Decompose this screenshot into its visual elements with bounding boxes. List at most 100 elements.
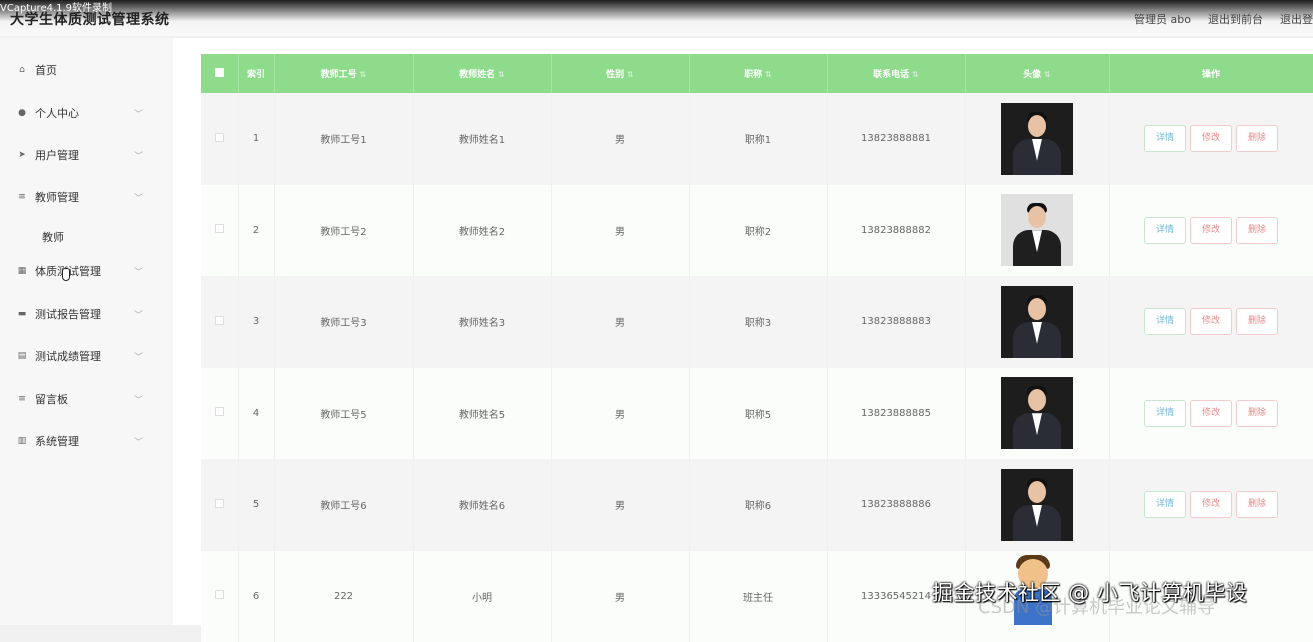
cell-index: 2 <box>238 185 274 277</box>
sidebar-item-label: 首页 <box>35 62 57 78</box>
chevron-down-icon: ﹀ <box>134 191 143 204</box>
sidebar-item-label: 留言板 <box>35 391 68 407</box>
chevron-down-icon: ﹀ <box>134 149 143 162</box>
chevron-down-icon: ﹀ <box>134 265 143 278</box>
cell-index: 1 <box>238 93 274 185</box>
sidebar-item-test-report[interactable]: ▬ 测试报告管理 ﹀ <box>0 299 173 329</box>
delete-button[interactable]: 删除 <box>1236 125 1278 152</box>
row-checkbox[interactable] <box>201 551 238 642</box>
cell-job-no: 教师工号1 <box>274 93 413 185</box>
row-checkbox[interactable] <box>201 459 238 551</box>
cell-name: 教师姓名2 <box>413 185 551 277</box>
delete-button[interactable]: 删除 <box>1236 400 1278 427</box>
cell-index: 6 <box>238 551 274 642</box>
avatar <box>1001 286 1073 358</box>
sidebar-item-personal-center[interactable]: ● 个人中心 ﹀ <box>0 98 173 128</box>
col-header-name[interactable]: 教师姓名⇅ <box>413 54 551 93</box>
delete-button[interactable]: 删除 <box>1236 308 1278 335</box>
cell-job-no: 222 <box>274 551 413 642</box>
table-row: 3教师工号3教师姓名3男职称313823888883详情修改删除 <box>201 276 1313 368</box>
sort-icon: ⇅ <box>360 70 367 79</box>
row-checkbox[interactable] <box>201 185 238 277</box>
col-header-avatar[interactable]: 头像⇅ <box>965 54 1109 93</box>
cell-title: 职称2 <box>689 185 827 277</box>
cell-phone: 13823888881 <box>827 93 965 185</box>
sidebar-item-system-management[interactable]: ▥ 系统管理 ﹀ <box>0 426 173 456</box>
cell-index: 4 <box>238 368 274 460</box>
col-header-job-no[interactable]: 教师工号⇅ <box>274 54 413 93</box>
cell-name: 教师姓名5 <box>413 368 551 460</box>
sort-icon: ⇅ <box>1044 70 1051 79</box>
row-checkbox[interactable] <box>201 93 238 185</box>
cell-title: 职称1 <box>689 93 827 185</box>
cell-title: 班主任 <box>689 551 827 642</box>
sidebar-item-label: 教师管理 <box>35 189 79 205</box>
cell-name: 小明 <box>413 551 551 642</box>
cell-actions: 详情修改删除 <box>1109 459 1313 551</box>
settings-icon: ▥ <box>17 436 27 446</box>
back-to-front-link[interactable]: 退出到前台 <box>1208 11 1263 27</box>
chevron-down-icon: ﹀ <box>134 435 143 448</box>
sidebar-item-fitness-test[interactable]: ▦ 体质测试管理 ﹀ <box>0 256 173 286</box>
cell-avatar <box>965 93 1109 185</box>
edit-button[interactable]: 修改 <box>1190 400 1232 427</box>
teacher-table: 索引 教师工号⇅ 教师姓名⇅ 性别⇅ 职称⇅ 联系电话⇅ 头像⇅ 操作 1教师工… <box>201 54 1313 642</box>
cell-avatar <box>965 185 1109 277</box>
top-bar: VCapture4.1.9软件录制 大学生体质测试管理系统 管理员 abo 退出… <box>0 0 1313 36</box>
chevron-down-icon: ﹀ <box>134 393 143 406</box>
view-button[interactable]: 详情 <box>1144 308 1186 335</box>
grid-icon: ▦ <box>17 266 27 276</box>
home-icon: ⌂ <box>17 65 27 75</box>
col-header-phone[interactable]: 联系电话⇅ <box>827 54 965 93</box>
col-header-title[interactable]: 职称⇅ <box>689 54 827 93</box>
edit-button[interactable]: 修改 <box>1190 491 1232 518</box>
table-row: 4教师工号5教师姓名5男职称513823888885详情修改删除 <box>201 368 1313 460</box>
col-header-gender[interactable]: 性别⇅ <box>551 54 689 93</box>
sidebar-item-home[interactable]: ⌂ 首页 <box>0 55 173 85</box>
select-all-checkbox[interactable] <box>201 54 238 93</box>
delete-button[interactable]: 删除 <box>1236 217 1278 244</box>
send-icon: ➤ <box>17 150 27 160</box>
cell-actions: 详情修改删除 <box>1109 368 1313 460</box>
table-row: 5教师工号6教师姓名6男职称613823888886详情修改删除 <box>201 459 1313 551</box>
report-icon: ▬ <box>17 309 27 319</box>
sidebar-item-label: 系统管理 <box>35 433 79 449</box>
chevron-down-icon: ﹀ <box>134 308 143 321</box>
mouse-cursor-icon <box>62 268 70 281</box>
sidebar-subitem-teacher[interactable]: 教师 <box>42 229 64 245</box>
sidebar-item-label: 用户管理 <box>35 147 79 163</box>
view-button[interactable]: 详情 <box>1144 217 1186 244</box>
delete-button[interactable]: 删除 <box>1236 491 1278 518</box>
cell-title: 职称5 <box>689 368 827 460</box>
sidebar-item-message-board[interactable]: ≡ 留言板 ﹀ <box>0 384 173 414</box>
cell-phone: 13823888883 <box>827 276 965 368</box>
view-button[interactable]: 详情 <box>1144 491 1186 518</box>
cell-name: 教师姓名1 <box>413 93 551 185</box>
avatar <box>1001 103 1073 175</box>
score-icon: ▤ <box>17 351 27 361</box>
cell-phone: 13823888882 <box>827 185 965 277</box>
sidebar-item-teacher-management[interactable]: ≡ 教师管理 ﹀ <box>0 182 173 212</box>
user-icon: ● <box>17 108 27 118</box>
juejin-watermark: 掘金技术社区 @ 小飞计算机毕设 <box>932 577 1247 607</box>
cell-index: 3 <box>238 276 274 368</box>
cell-name: 教师姓名3 <box>413 276 551 368</box>
message-icon: ≡ <box>17 394 27 404</box>
sidebar-item-test-score[interactable]: ▤ 测试成绩管理 ﹀ <box>0 341 173 371</box>
cell-job-no: 教师工号2 <box>274 185 413 277</box>
edit-button[interactable]: 修改 <box>1190 308 1232 335</box>
admin-user-link[interactable]: 管理员 abo <box>1134 11 1191 27</box>
top-links: 管理员 abo 退出到前台 退出登 <box>1134 11 1313 27</box>
table-row: 1教师工号1教师姓名1男职称113823888881详情修改删除 <box>201 93 1313 185</box>
edit-button[interactable]: 修改 <box>1190 125 1232 152</box>
row-checkbox[interactable] <box>201 368 238 460</box>
view-button[interactable]: 详情 <box>1144 400 1186 427</box>
logout-link[interactable]: 退出登 <box>1280 11 1313 27</box>
cell-gender: 男 <box>551 551 689 642</box>
sidebar-item-user-management[interactable]: ➤ 用户管理 ﹀ <box>0 140 173 170</box>
row-checkbox[interactable] <box>201 276 238 368</box>
col-header-index: 索引 <box>238 54 274 93</box>
edit-button[interactable]: 修改 <box>1190 217 1232 244</box>
app-title: 大学生体质测试管理系统 <box>10 9 170 29</box>
view-button[interactable]: 详情 <box>1144 125 1186 152</box>
